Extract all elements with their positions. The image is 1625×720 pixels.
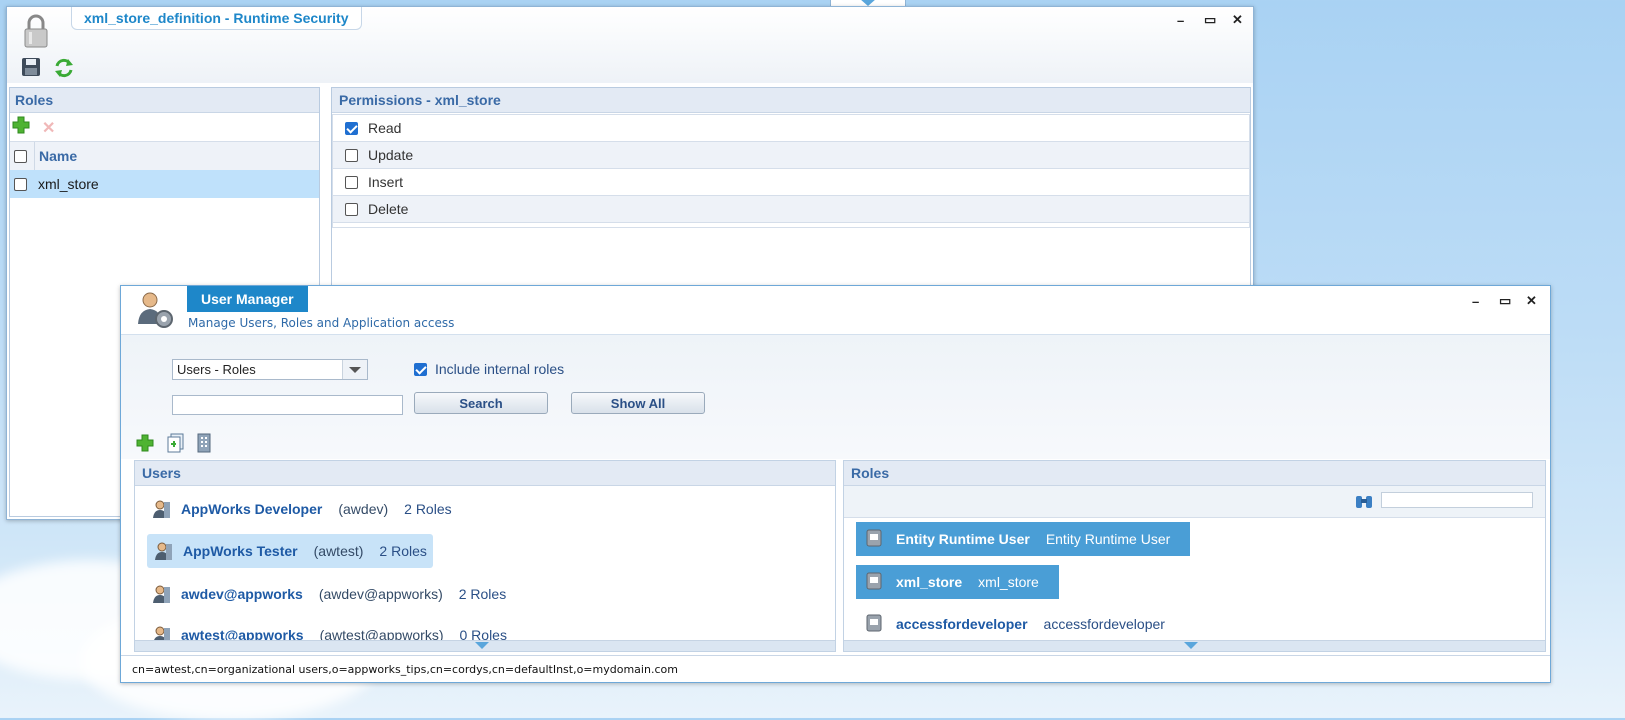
permissions-panel-header: Permissions - xml_store: [332, 88, 1250, 113]
user-role-count: 2 Roles: [404, 501, 452, 517]
refresh-icon[interactable]: [53, 57, 75, 79]
user-id: (awdev@appworks): [318, 586, 443, 602]
lock-icon: [23, 13, 49, 49]
window-title-tab: xml_store_definition - Runtime Security: [71, 7, 362, 30]
user-name: AppWorks Tester: [183, 543, 298, 559]
maximize-button[interactable]: ▭: [1499, 293, 1511, 309]
save-icon[interactable]: [21, 57, 41, 77]
user-icon: [153, 541, 173, 561]
list-item[interactable]: awdev@appworks (awdev@appworks) 2 Roles: [145, 577, 512, 611]
user-role-count: 2 Roles: [458, 586, 507, 602]
chevron-down-icon[interactable]: [475, 642, 489, 649]
read-checkbox[interactable]: [345, 121, 358, 135]
roles-panel-header: Roles: [844, 461, 1545, 486]
users-panel: Users AppWorks Developer (awdev) 2 Roles…: [134, 460, 836, 652]
minimize-button[interactable]: –: [1177, 13, 1184, 28]
chevron-down-icon[interactable]: [342, 360, 367, 379]
users-scroll-bar[interactable]: [135, 640, 835, 651]
users-panel-header: Users: [135, 461, 835, 486]
binoculars-icon[interactable]: [1355, 492, 1373, 510]
user-name: AppWorks Developer: [181, 501, 323, 517]
user-roles-panel: Roles Entity Runtime User Entity Runtime…: [843, 460, 1546, 652]
window-title: xml_store_definition - Runtime Security: [84, 10, 349, 26]
include-internal-roles[interactable]: Include internal roles: [414, 361, 564, 377]
delete-icon[interactable]: ✕: [42, 118, 55, 138]
organization-icon[interactable]: [195, 433, 213, 453]
user-id: (awdev): [338, 501, 389, 517]
user-icon: [151, 584, 171, 604]
include-internal-roles-checkbox[interactable]: [414, 362, 427, 376]
delete-checkbox[interactable]: [345, 202, 358, 216]
roles-panel-header: Roles: [10, 88, 319, 113]
permission-label: Delete: [368, 201, 409, 217]
role-name: xml_store: [896, 574, 963, 590]
roles-filter-input[interactable]: [1381, 492, 1533, 508]
role-name: xml_store: [38, 176, 99, 192]
roles-filter-bar: [844, 486, 1545, 518]
add-user-icon[interactable]: [136, 434, 154, 452]
permission-label: Insert: [368, 174, 404, 190]
minimize-button[interactable]: –: [1472, 294, 1479, 309]
close-button[interactable]: ✕: [1232, 12, 1243, 28]
user-manager-window: User Manager Manage Users, Roles and App…: [120, 285, 1551, 683]
window-title: User Manager: [201, 291, 294, 307]
role-description: xml_store: [978, 574, 1039, 590]
status-text: cn=awtest,cn=organizational users,o=appw…: [132, 662, 678, 676]
maximize-button[interactable]: ▭: [1204, 12, 1216, 28]
list-item[interactable]: AppWorks Tester (awtest) 2 Roles: [147, 534, 433, 568]
update-checkbox[interactable]: [345, 148, 358, 162]
role-name: Entity Runtime User: [896, 531, 1030, 547]
column-header-name[interactable]: Name: [39, 148, 77, 164]
insert-checkbox[interactable]: [345, 175, 358, 189]
permission-label: Read: [368, 120, 402, 136]
window-title-tab: User Manager: [187, 286, 308, 312]
role-description: accessfordeveloper: [1043, 616, 1165, 632]
list-item[interactable]: xml_store xml_store: [856, 565, 1059, 599]
close-button[interactable]: ✕: [1526, 293, 1537, 309]
status-bar: cn=awtest,cn=organizational users,o=appw…: [121, 655, 1550, 682]
chevron-down-icon[interactable]: [1184, 642, 1198, 649]
view-select[interactable]: Users - Roles: [172, 359, 368, 380]
role-icon: [864, 528, 884, 551]
show-all-button[interactable]: Show All: [571, 392, 705, 414]
list-item[interactable]: Entity Runtime User Entity Runtime User: [856, 522, 1191, 556]
user-manager-icon: [135, 290, 175, 330]
permission-delete[interactable]: Delete: [333, 196, 1249, 223]
permission-update[interactable]: Update: [333, 142, 1249, 169]
include-internal-roles-label: Include internal roles: [435, 361, 565, 377]
search-input[interactable]: [172, 395, 403, 415]
row-checkbox[interactable]: [14, 177, 27, 191]
role-name: accessfordeveloper: [896, 616, 1028, 632]
table-row[interactable]: xml_store: [10, 170, 319, 198]
user-name: awdev@appworks: [181, 586, 303, 602]
user-role-count: 2 Roles: [379, 543, 427, 559]
list-item[interactable]: AppWorks Developer (awdev) 2 Roles: [145, 492, 458, 526]
permission-insert[interactable]: Insert: [333, 169, 1249, 196]
role-icon: [864, 571, 884, 594]
roles-scroll-bar[interactable]: [844, 640, 1545, 651]
select-all-checkbox[interactable]: [14, 149, 27, 163]
window-subtitle: Manage Users, Roles and Application acce…: [188, 316, 455, 330]
role-icon: [864, 613, 884, 636]
permission-label: Update: [368, 147, 414, 163]
add-icon[interactable]: [12, 116, 30, 134]
list-item[interactable]: accessfordeveloper accessfordeveloper: [856, 607, 1185, 641]
user-id: (awtest): [313, 543, 364, 559]
import-users-icon[interactable]: [166, 433, 186, 453]
roles-table-header: Name: [10, 141, 319, 171]
user-icon: [151, 499, 171, 519]
permissions-list: Read Update Insert Delete: [332, 114, 1250, 228]
search-button[interactable]: Search: [414, 392, 548, 414]
permission-read[interactable]: Read: [333, 115, 1249, 142]
view-select-value: Users - Roles: [177, 362, 256, 377]
role-description: Entity Runtime User: [1045, 531, 1171, 547]
